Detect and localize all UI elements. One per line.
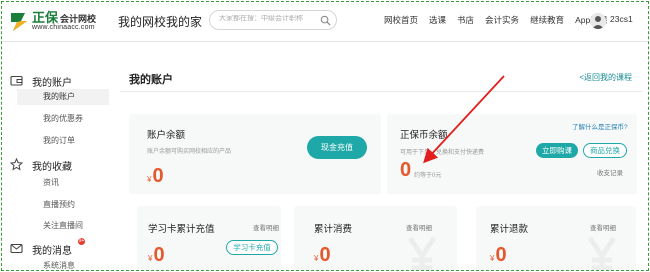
- screenshot-frame: 正保会计网校 www.chinaacc.com 我的网校我的家 网校首页 选课 …: [1, 1, 649, 271]
- annotation-arrow-icon: [423, 75, 505, 164]
